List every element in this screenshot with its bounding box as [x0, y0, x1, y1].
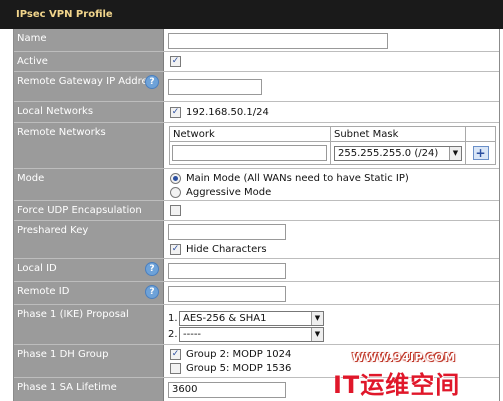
panel-title: IPsec VPN Profile: [16, 9, 113, 20]
force-udp-value-cell: [165, 201, 499, 220]
local-id-value-cell: [165, 259, 499, 281]
sa-lifetime-input[interactable]: 3600: [168, 382, 286, 398]
aggressive-mode-label: Aggressive Mode: [186, 187, 272, 198]
active-label: Active: [14, 52, 164, 71]
row-name: Name: [14, 29, 499, 52]
dh-group2-checkbox[interactable]: ✓: [170, 349, 181, 360]
row-local-id: Local ID ?: [14, 259, 499, 282]
local-network-checkbox[interactable]: ✓: [170, 107, 181, 118]
remote-gateway-label: Remote Gateway IP Address ?: [14, 72, 164, 101]
local-network-text: 192.168.50.1/24: [186, 107, 269, 118]
remote-id-value-cell: [165, 282, 499, 304]
proposal-index-2: 2.: [168, 329, 178, 340]
proposal-1-selected: AES-256 & SHA1: [183, 313, 267, 324]
main-mode-radio[interactable]: [170, 173, 181, 184]
help-icon[interactable]: ?: [145, 75, 159, 89]
dh-group5-label: Group 5: MODP 1536: [186, 363, 292, 374]
remote-network-input[interactable]: [172, 145, 327, 161]
name-value-cell: [165, 29, 499, 51]
network-column-header: Network: [169, 126, 331, 142]
aggressive-mode-radio[interactable]: [170, 187, 181, 198]
proposal-2-select[interactable]: ----- ▼: [179, 327, 324, 342]
remote-gateway-input[interactable]: [168, 79, 262, 95]
local-id-label: Local ID ?: [14, 259, 164, 281]
local-id-label-text: Local ID: [17, 263, 57, 274]
force-udp-label: Force UDP Encapsulation: [14, 201, 164, 220]
remote-networks-label: Remote Networks: [14, 123, 164, 168]
phase1-proposal-value-cell: 1. AES-256 & SHA1 ▼ 2. ----- ▼: [165, 305, 499, 344]
mode-label: Mode: [14, 169, 164, 200]
plus-icon[interactable]: +: [472, 146, 489, 160]
watermark-brand: IT运维空间: [333, 371, 461, 399]
phase1-dh-label: Phase 1 DH Group: [14, 345, 164, 377]
active-checkbox[interactable]: ✓: [170, 56, 181, 67]
subnet-cell: 255.255.255.0 (/24) ▼: [330, 141, 466, 165]
name-label: Name: [14, 29, 164, 51]
row-active: Active ✓: [14, 52, 499, 72]
hide-characters-label: Hide Characters: [186, 244, 267, 255]
help-icon[interactable]: ?: [145, 262, 159, 276]
remote-gateway-value-cell: [165, 72, 499, 101]
remote-networks-table: Network Subnet Mask 255.255.255.0 (/24) …: [169, 126, 496, 165]
remote-networks-value-cell: Network Subnet Mask 255.255.255.0 (/24) …: [165, 123, 499, 168]
help-icon[interactable]: ?: [145, 285, 159, 299]
phase1-sa-label: Phase 1 SA Lifetime: [14, 378, 164, 401]
row-force-udp: Force UDP Encapsulation: [14, 201, 499, 221]
name-input[interactable]: [168, 33, 388, 49]
add-cell: +: [465, 141, 496, 165]
subnet-mask-selected: 255.255.255.0 (/24): [338, 148, 439, 159]
hide-characters-checkbox[interactable]: ✓: [170, 244, 181, 255]
proposal-1-select[interactable]: AES-256 & SHA1 ▼: [179, 311, 324, 326]
dropdown-arrow-icon: ▼: [311, 328, 323, 341]
main-mode-label: Main Mode (All WANs need to have Static …: [186, 173, 409, 184]
dh-group5-checkbox[interactable]: [170, 363, 181, 374]
row-phase1-proposal: Phase 1 (IKE) Proposal 1. AES-256 & SHA1…: [14, 305, 499, 345]
dropdown-arrow-icon: ▼: [311, 312, 323, 325]
proposal-2-selected: -----: [183, 329, 202, 340]
active-value-cell: ✓: [165, 52, 499, 71]
phase1-proposal-label: Phase 1 (IKE) Proposal: [14, 305, 164, 344]
local-networks-label: Local Networks: [14, 102, 164, 122]
subnet-mask-column-header: Subnet Mask: [330, 126, 466, 142]
force-udp-checkbox[interactable]: [170, 205, 181, 216]
proposal-index-1: 1.: [168, 313, 178, 324]
remote-gateway-label-text: Remote Gateway IP Address: [17, 76, 159, 87]
row-local-networks: Local Networks ✓ 192.168.50.1/24: [14, 102, 499, 123]
remote-id-label-text: Remote ID: [17, 286, 70, 297]
local-networks-value-cell: ✓ 192.168.50.1/24: [165, 102, 499, 122]
preshared-key-input[interactable]: [168, 224, 286, 240]
local-id-input[interactable]: [168, 263, 286, 279]
network-cell: [169, 141, 331, 165]
mode-value-cell: Main Mode (All WANs need to have Static …: [165, 169, 499, 200]
watermark-url: WWW.94IP.COM: [352, 351, 456, 364]
panel-right-border: [499, 29, 500, 401]
dh-group2-label: Group 2: MODP 1024: [186, 349, 292, 360]
subnet-mask-select[interactable]: 255.255.255.0 (/24) ▼: [334, 146, 462, 161]
preshared-key-label: Preshared Key: [14, 221, 164, 258]
remote-id-label: Remote ID ?: [14, 282, 164, 304]
preshared-key-value-cell: ✓ Hide Characters: [165, 221, 499, 258]
remote-id-input[interactable]: [168, 286, 286, 302]
dropdown-arrow-icon: ▼: [449, 147, 461, 160]
add-column-header: [465, 126, 496, 142]
row-remote-networks: Remote Networks Network Subnet Mask 255.…: [14, 123, 499, 169]
row-remote-gateway: Remote Gateway IP Address ?: [14, 72, 499, 102]
panel-title-bar: IPsec VPN Profile: [0, 0, 503, 29]
row-preshared-key: Preshared Key ✓ Hide Characters: [14, 221, 499, 259]
row-remote-id: Remote ID ?: [14, 282, 499, 305]
row-mode: Mode Main Mode (All WANs need to have St…: [14, 169, 499, 201]
